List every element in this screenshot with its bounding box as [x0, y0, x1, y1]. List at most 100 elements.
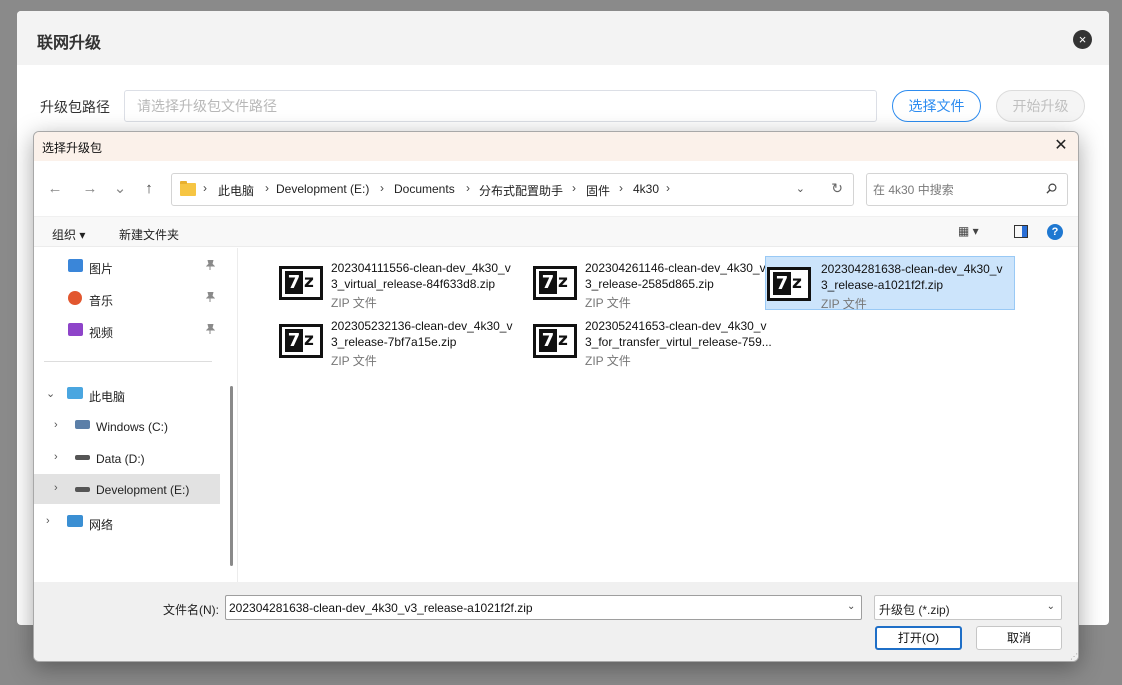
breadcrumb-separator: › — [619, 181, 623, 195]
breadcrumb-item[interactable]: 固件 — [586, 182, 610, 199]
breadcrumb-item[interactable]: 此电脑 — [218, 182, 254, 199]
file-item-selected[interactable]: 7z 202304281638-clean-dev_4k30_v 3_relea… — [765, 256, 1015, 311]
nav-item-network[interactable]: › 网络 — [34, 507, 220, 537]
file-type: ZIP 文件 — [585, 296, 631, 310]
close-icon[interactable]: × — [1073, 30, 1092, 49]
chevron-right-icon[interactable]: › — [54, 451, 58, 463]
file-item[interactable]: 7z 202305232136-clean-dev_4k30_v 3_relea… — [258, 314, 513, 368]
nav-item-drive-c[interactable]: › Windows (C:) — [34, 411, 220, 441]
start-upgrade-button[interactable]: 开始升级 — [996, 90, 1085, 122]
nav-item-label: 此电脑 — [89, 390, 126, 404]
dialog-footer: 文件名(N): ⌄ 升级包 (*.zip) ⌄ 打开(O) 取消 ⋰ — [34, 582, 1078, 661]
nav-item-label: Development (E:) — [96, 483, 190, 497]
nav-item-label: 视频 — [89, 326, 114, 340]
breadcrumb-separator: › — [466, 181, 470, 195]
filename-label: 文件名(N): — [163, 603, 219, 617]
chevron-right-icon[interactable]: › — [46, 515, 50, 527]
nav-item-music[interactable]: 音乐 — [34, 283, 220, 313]
chevron-down-icon[interactable]: ⌄ — [46, 387, 55, 400]
nav-item-label: 音乐 — [89, 294, 114, 308]
preview-pane-icon[interactable] — [1014, 225, 1028, 238]
nav-item-pictures[interactable]: 图片 — [34, 251, 220, 281]
search-icon[interactable] — [1046, 183, 1057, 194]
file-item[interactable]: 7z 202304261146-clean-dev_4k30_v 3_relea… — [512, 256, 766, 310]
help-icon[interactable]: ? — [1047, 224, 1063, 240]
nav-scrollbar[interactable] — [230, 386, 233, 566]
windows-drive-icon — [75, 420, 90, 429]
select-file-button[interactable]: 选择文件 — [892, 90, 981, 122]
file-type-select[interactable]: 升级包 (*.zip) ⌄ — [874, 595, 1062, 620]
nav-item-this-pc[interactable]: ⌄ 此电脑 — [34, 379, 220, 409]
command-toolbar: 组织 ▾ 新建文件夹 ▦ ▾ ? — [34, 217, 1078, 247]
up-icon[interactable]: ↑ — [139, 179, 159, 199]
nav-divider — [44, 361, 212, 362]
search-input[interactable] — [873, 180, 1033, 200]
organize-menu[interactable]: 组织 ▾ — [52, 226, 85, 243]
address-dropdown-icon[interactable]: ⌄ — [796, 182, 805, 195]
dialog-title: 选择升级包 — [42, 141, 103, 155]
file-item[interactable]: 7z 202304111556-clean-dev_4k30_v 3_virtu… — [258, 256, 511, 310]
navigation-bar: ← → ⌄ ↑ › 此电脑 › Development (E:) › Docum… — [34, 161, 1078, 217]
breadcrumb-separator: › — [380, 181, 384, 195]
back-icon[interactable]: ← — [45, 179, 65, 199]
resize-grip-icon[interactable]: ⋰ — [1070, 653, 1078, 661]
breadcrumb-item[interactable]: Development (E:) — [276, 182, 369, 196]
file-type: ZIP 文件 — [821, 297, 867, 311]
address-bar[interactable]: › 此电脑 › Development (E:) › Documents › 分… — [171, 173, 854, 206]
dialog-titlebar: 选择升级包 ✕ — [34, 132, 1078, 161]
file-name: 202304281638-clean-dev_4k30_v 3_release-… — [821, 262, 1003, 292]
computer-icon — [67, 387, 83, 399]
open-button[interactable]: 打开(O) — [875, 626, 962, 650]
file-type: ZIP 文件 — [585, 354, 631, 368]
cancel-button[interactable]: 取消 — [976, 626, 1062, 650]
music-icon — [68, 291, 82, 305]
drive-icon — [75, 487, 90, 492]
nav-item-label: 图片 — [89, 262, 114, 276]
chevron-down-icon[interactable]: ⌄ — [847, 601, 855, 612]
package-path-input[interactable] — [124, 90, 877, 122]
view-options-icon[interactable]: ▦ ▾ — [958, 224, 979, 238]
pin-icon — [205, 259, 216, 273]
close-icon[interactable]: ✕ — [1050, 135, 1072, 157]
file-item[interactable]: 7z 202305241653-clean-dev_4k30_v 3_for_t… — [512, 314, 772, 368]
file-name: 202305241653-clean-dev_4k30_v 3_for_tran… — [585, 319, 772, 349]
dialog-body: 图片 音乐 视频 ⌄ 此电脑 › Windows (C:) › Data (D:… — [34, 248, 1078, 582]
nav-item-videos[interactable]: 视频 — [34, 315, 220, 345]
filename-input[interactable] — [225, 595, 862, 620]
videos-icon — [68, 323, 83, 336]
breadcrumb-item[interactable]: Documents — [394, 182, 455, 196]
network-icon — [67, 515, 83, 527]
new-folder-button[interactable]: 新建文件夹 — [119, 226, 179, 243]
breadcrumb-separator: › — [265, 181, 269, 195]
breadcrumb-item[interactable]: 4k30 — [633, 182, 659, 196]
pin-icon — [205, 291, 216, 305]
nav-item-drive-d[interactable]: › Data (D:) — [34, 443, 220, 473]
7zip-archive-icon: 7z — [767, 267, 811, 301]
modal-header: 联网升级 × — [17, 11, 1109, 65]
file-list: 7z 202304111556-clean-dev_4k30_v 3_virtu… — [238, 248, 1078, 582]
7zip-archive-icon: 7z — [279, 266, 323, 300]
7zip-archive-icon: 7z — [279, 324, 323, 358]
search-box[interactable] — [866, 173, 1068, 206]
chevron-right-icon[interactable]: › — [54, 482, 58, 494]
file-type: ZIP 文件 — [331, 354, 377, 368]
nav-item-label: 网络 — [89, 518, 114, 532]
navigation-pane: 图片 音乐 视频 ⌄ 此电脑 › Windows (C:) › Data (D:… — [34, 248, 231, 582]
breadcrumb-separator: › — [203, 181, 207, 195]
forward-icon[interactable]: → — [80, 179, 100, 199]
folder-icon — [180, 181, 196, 196]
nav-item-label: Data (D:) — [96, 452, 145, 466]
nav-item-drive-e[interactable]: › Development (E:) — [34, 474, 220, 504]
drive-icon — [75, 455, 90, 460]
chevron-right-icon[interactable]: › — [54, 419, 58, 431]
recent-locations-icon[interactable]: ⌄ — [110, 179, 130, 199]
breadcrumb-item[interactable]: 分布式配置助手 — [479, 182, 563, 199]
file-name: 202304111556-clean-dev_4k30_v 3_virtual_… — [331, 261, 511, 291]
refresh-icon[interactable]: ↻ — [831, 180, 843, 197]
file-type: ZIP 文件 — [331, 296, 377, 310]
pin-icon — [205, 323, 216, 337]
breadcrumb-separator: › — [666, 181, 670, 195]
breadcrumb-separator: › — [572, 181, 576, 195]
package-path-label: 升级包路径 — [40, 99, 110, 115]
file-name: 202305232136-clean-dev_4k30_v 3_release-… — [331, 319, 513, 349]
